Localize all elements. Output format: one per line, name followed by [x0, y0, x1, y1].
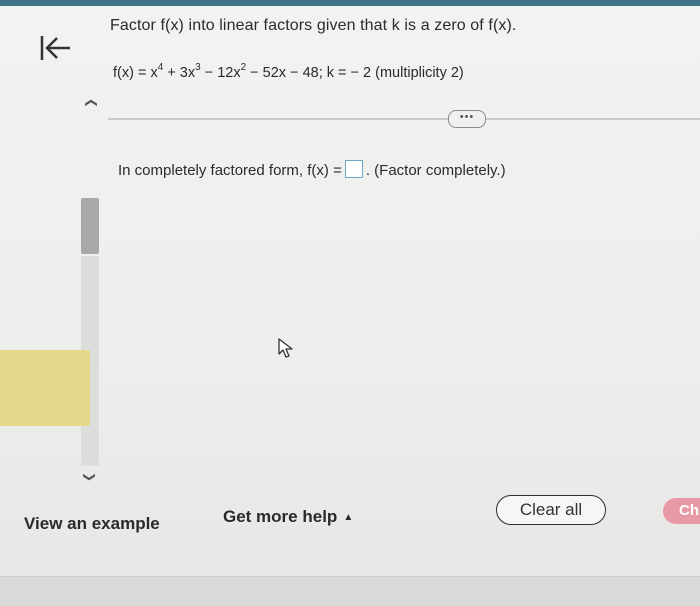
answer-input-box[interactable] — [344, 160, 363, 178]
caret-up-icon: ▲ — [343, 512, 354, 523]
equation-part: f(x) = x — [113, 65, 158, 81]
question-prompt: Factor f(x) into linear factors given th… — [110, 17, 517, 34]
get-more-help-label: Get more help — [223, 507, 338, 526]
check-answer-button[interactable]: Ch — [663, 498, 700, 524]
get-more-help-button[interactable]: Get more help ▲ — [223, 507, 353, 527]
equation-part: + 3x — [163, 65, 196, 81]
chevron-down-icon[interactable]: ❯ — [83, 472, 97, 482]
vertical-scrollbar[interactable]: ❯ ❯ — [80, 96, 100, 486]
mouse-pointer-icon — [276, 337, 296, 359]
question-panel — [0, 6, 700, 576]
clear-all-button[interactable]: Clear all — [496, 495, 606, 525]
side-highlight-panel — [0, 350, 90, 426]
answer-suffix: . (Factor completely.) — [365, 162, 506, 179]
view-example-link[interactable]: View an example — [24, 514, 160, 534]
equation-part: − 12x — [200, 65, 241, 81]
function-equation: f(x) = x4 + 3x3 − 12x2 − 52x − 48; k = −… — [113, 62, 464, 81]
scrollbar-thumb[interactable] — [81, 198, 99, 254]
answer-row: In completely factored form, f(x) = . (Fa… — [118, 160, 506, 179]
equation-part: − 52x − 48; k = − 2 (multiplicity 2) — [246, 65, 464, 81]
expand-more-button[interactable]: ••• — [448, 110, 486, 128]
answer-prefix: In completely factored form, f(x) = — [118, 162, 342, 179]
section-divider — [108, 118, 700, 120]
first-page-arrow-icon[interactable] — [36, 30, 76, 66]
bottom-band — [0, 576, 700, 606]
chevron-up-icon[interactable]: ❯ — [83, 98, 97, 108]
